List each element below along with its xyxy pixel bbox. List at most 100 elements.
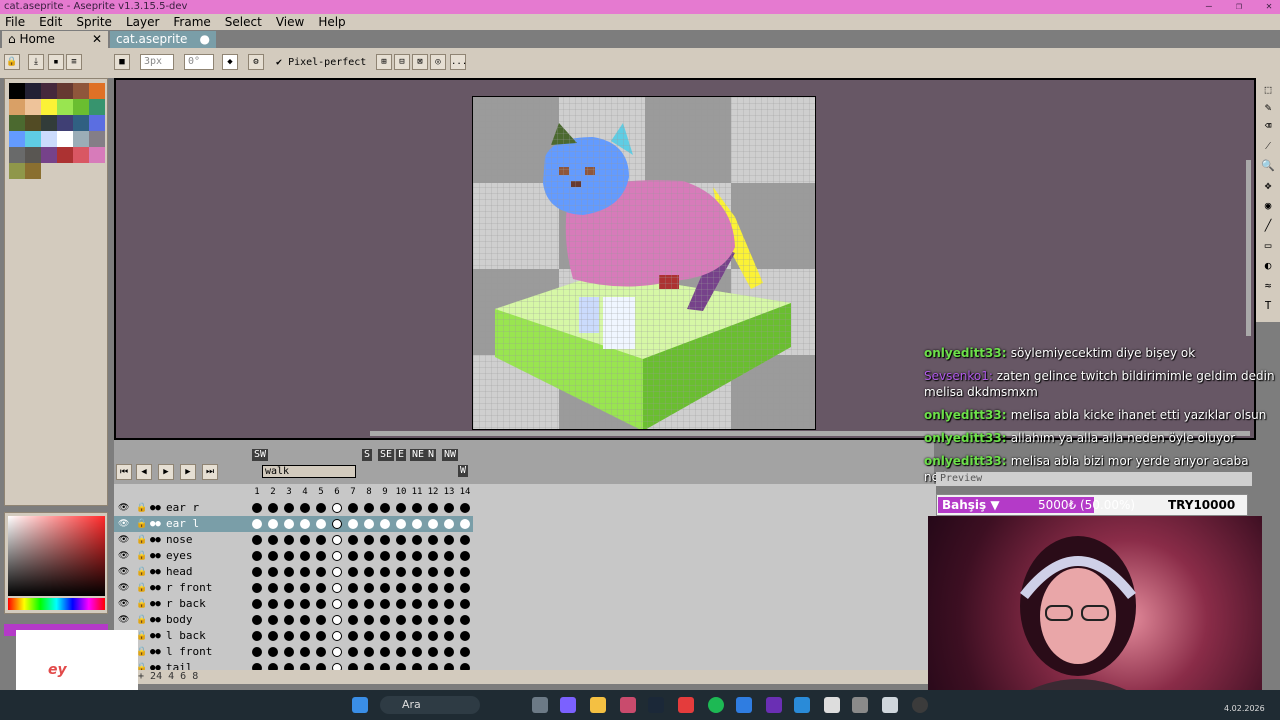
tag-w[interactable]: W	[458, 465, 469, 477]
palette-swatch[interactable]	[41, 83, 57, 99]
cel[interactable]	[428, 615, 438, 625]
cel[interactable]	[332, 535, 342, 545]
cel[interactable]	[444, 551, 454, 561]
cel[interactable]	[268, 503, 278, 513]
cel[interactable]	[268, 519, 278, 529]
cel[interactable]	[444, 631, 454, 641]
palette-swatch[interactable]	[9, 115, 25, 131]
layer-row[interactable]: 👁 🔒 ●● head	[114, 564, 250, 580]
palette-swatch[interactable]	[41, 99, 57, 115]
menu-icon[interactable]: ≡	[66, 54, 82, 70]
layer-row[interactable]: 👁 🔒 ●● eyes	[114, 548, 250, 564]
cel[interactable]	[252, 551, 262, 561]
layer-row[interactable]: 👁 🔒 ●● ear l	[114, 516, 250, 532]
cel[interactable]	[412, 647, 422, 657]
link-icon[interactable]: ●●	[150, 516, 161, 532]
cel[interactable]	[396, 567, 406, 577]
frame-number[interactable]: 5	[313, 487, 329, 497]
layer-row[interactable]: 👁 🔒 ●● r back	[114, 596, 250, 612]
cel[interactable]	[252, 647, 262, 657]
app-icon[interactable]	[620, 697, 636, 713]
menu-frame[interactable]: Frame	[173, 14, 210, 30]
cel[interactable]	[300, 503, 310, 513]
palette-swatch[interactable]	[57, 99, 73, 115]
palette-swatch[interactable]	[25, 83, 41, 99]
cel[interactable]	[252, 567, 262, 577]
tag-sw[interactable]: SW	[252, 449, 269, 461]
ink-icon[interactable]: ◆	[222, 54, 238, 70]
frame-number[interactable]: 9	[377, 487, 393, 497]
copilot-icon[interactable]	[560, 697, 576, 713]
maximize-button[interactable]: ❐	[1236, 0, 1242, 14]
cel[interactable]	[396, 535, 406, 545]
sprite-canvas[interactable]	[472, 96, 816, 430]
cel[interactable]	[396, 503, 406, 513]
notion-icon[interactable]	[824, 697, 840, 713]
cel[interactable]	[364, 647, 374, 657]
palette-swatch[interactable]	[9, 99, 25, 115]
cel[interactable]	[380, 599, 390, 609]
cel[interactable]	[348, 631, 358, 641]
cel[interactable]	[300, 535, 310, 545]
cel[interactable]	[364, 631, 374, 641]
cel[interactable]	[332, 503, 342, 513]
cel[interactable]	[332, 631, 342, 641]
cel[interactable]	[284, 503, 294, 513]
cel[interactable]	[444, 647, 454, 657]
palette-swatch[interactable]	[73, 99, 89, 115]
palette-swatch[interactable]	[41, 147, 57, 163]
cel[interactable]	[332, 551, 342, 561]
cel[interactable]	[380, 631, 390, 641]
play-icon[interactable]: ▶	[158, 464, 174, 480]
menu-help[interactable]: Help	[318, 14, 345, 30]
palette-swatch[interactable]	[89, 99, 105, 115]
palette-swatch[interactable]	[57, 147, 73, 163]
hue-slider[interactable]	[8, 598, 105, 610]
cel[interactable]	[444, 503, 454, 513]
cel[interactable]	[300, 631, 310, 641]
link-icon[interactable]: ●●	[150, 548, 161, 564]
cel[interactable]	[396, 631, 406, 641]
cel[interactable]	[364, 503, 374, 513]
frame-number[interactable]: 6	[329, 487, 345, 497]
link-icon[interactable]: ●●	[150, 644, 161, 660]
cel[interactable]	[380, 535, 390, 545]
cel[interactable]	[380, 615, 390, 625]
frame-number[interactable]: 11	[409, 487, 425, 497]
cel[interactable]	[332, 599, 342, 609]
cel[interactable]	[396, 551, 406, 561]
cel[interactable]	[428, 631, 438, 641]
cel[interactable]	[268, 535, 278, 545]
brush-angle-input[interactable]: 0°	[184, 54, 214, 70]
cel[interactable]	[348, 615, 358, 625]
close-button[interactable]: ✕	[1266, 0, 1272, 14]
cel[interactable]	[460, 567, 470, 577]
cel[interactable]	[348, 567, 358, 577]
cel[interactable]	[412, 503, 422, 513]
windows-start-icon[interactable]	[352, 697, 368, 713]
eye-icon[interactable]: 👁	[118, 596, 129, 612]
eye-icon[interactable]: 👁	[118, 532, 129, 548]
link-icon[interactable]: ●●	[150, 500, 161, 516]
cel[interactable]	[300, 615, 310, 625]
cel[interactable]	[300, 583, 310, 593]
link-icon[interactable]: ●●	[150, 628, 161, 644]
cel[interactable]	[252, 535, 262, 545]
cel[interactable]	[444, 615, 454, 625]
frame-number[interactable]: 10	[393, 487, 409, 497]
palette-swatch[interactable]	[41, 131, 57, 147]
cel[interactable]	[252, 583, 262, 593]
palette-swatch[interactable]	[57, 115, 73, 131]
palette-swatch[interactable]	[89, 147, 105, 163]
cel[interactable]	[444, 519, 454, 529]
cel[interactable]	[268, 551, 278, 561]
cel[interactable]	[316, 647, 326, 657]
palette-swatch[interactable]	[89, 131, 105, 147]
fill-icon[interactable]: ◉	[1260, 198, 1276, 214]
cel[interactable]	[428, 535, 438, 545]
cel[interactable]	[300, 647, 310, 657]
marquee-icon[interactable]: ⬚	[1260, 82, 1276, 98]
cel[interactable]	[268, 647, 278, 657]
link-icon[interactable]: ●●	[150, 612, 161, 628]
cel[interactable]	[316, 567, 326, 577]
